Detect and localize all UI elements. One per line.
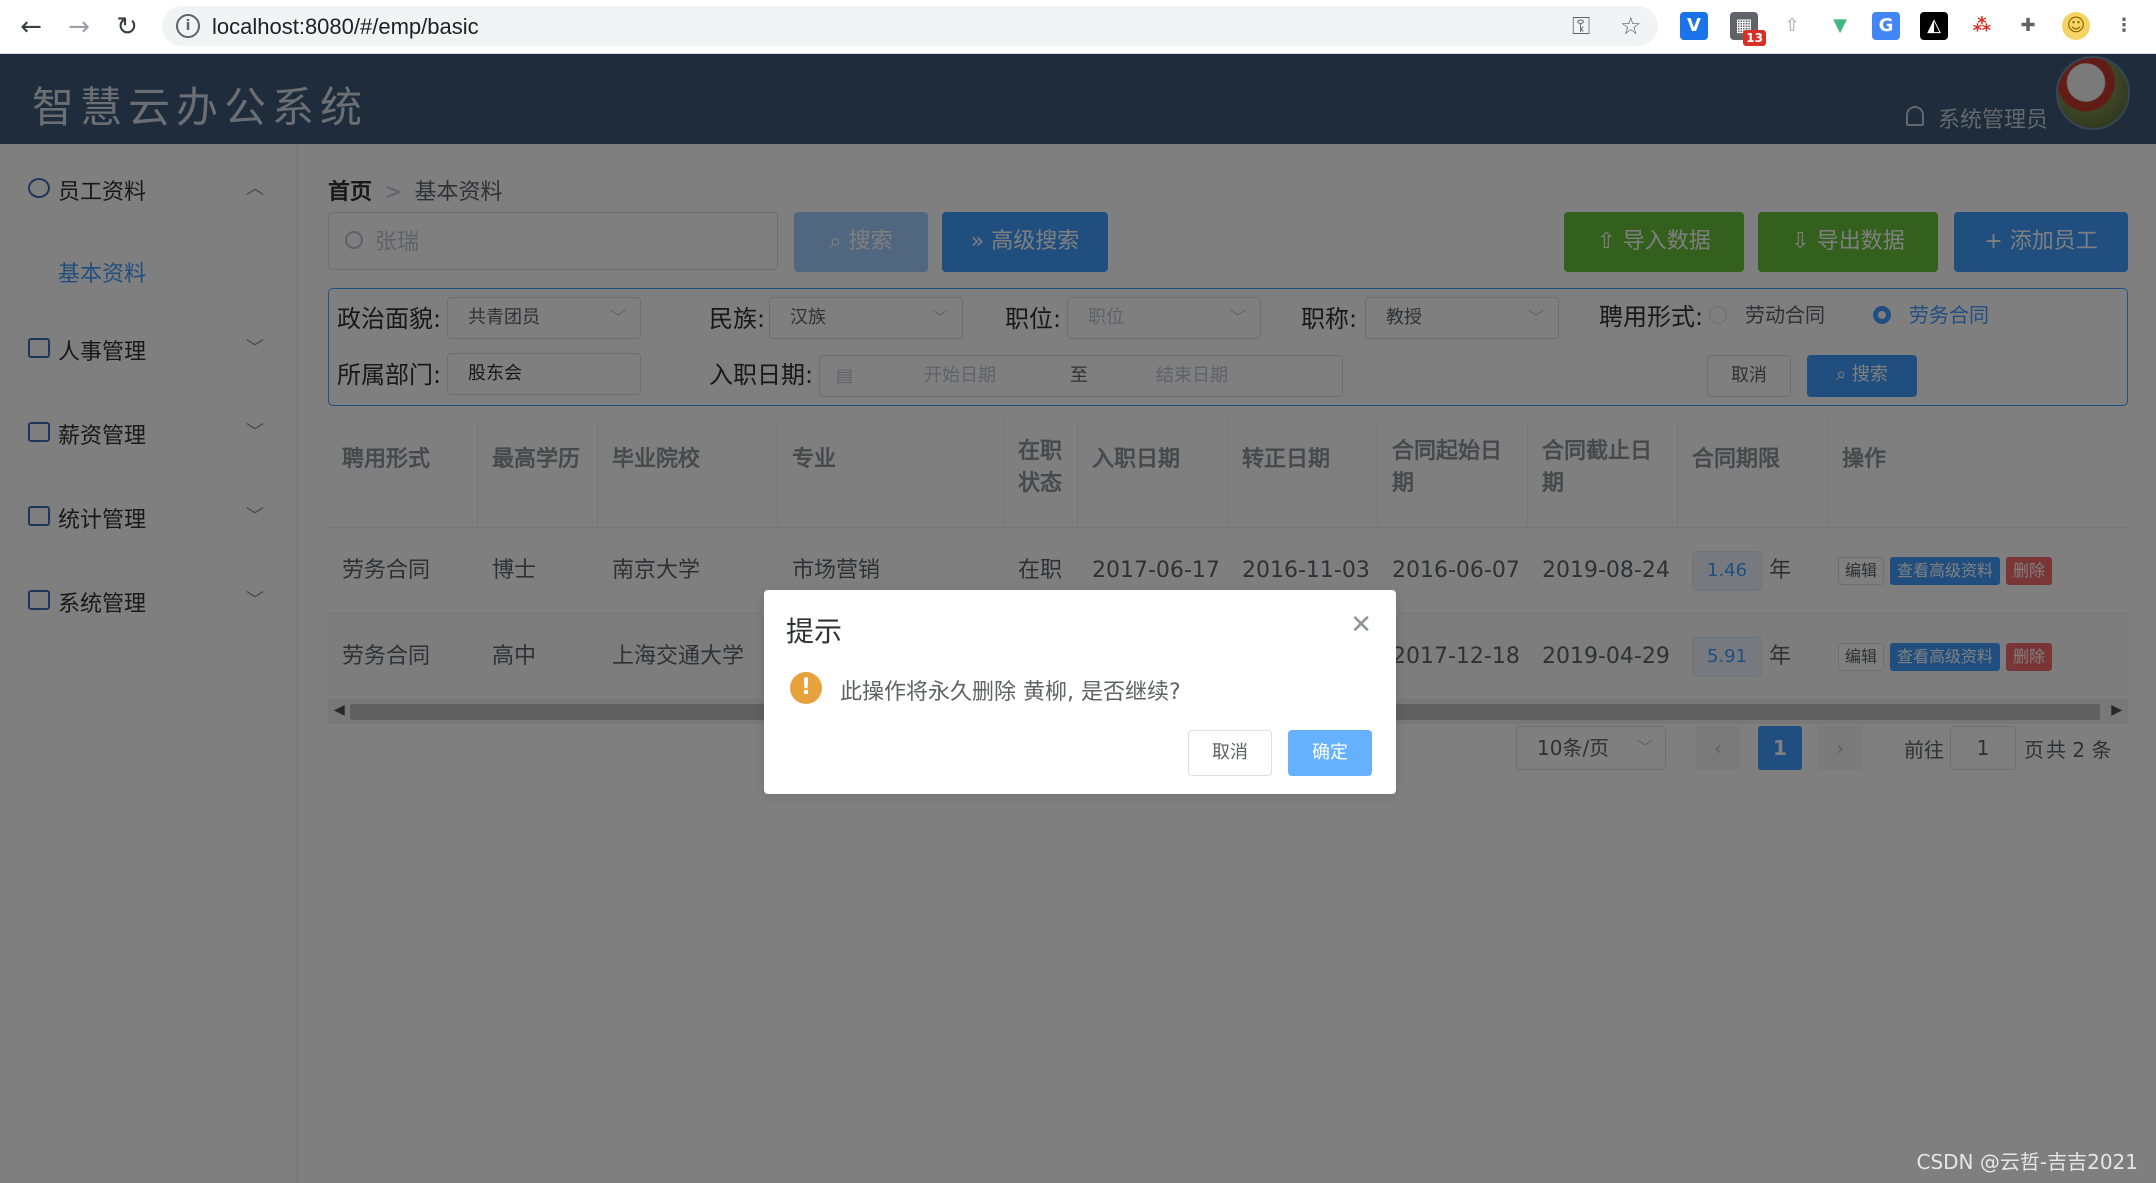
dialog-confirm-button[interactable]: 确定 [1288, 730, 1372, 776]
address-bar[interactable]: i localhost:8080/#/emp/basic ⚿ ☆ [162, 6, 1658, 46]
back-icon[interactable]: ← [16, 12, 46, 42]
browser-toolbar: ← → ↻ i localhost:8080/#/emp/basic ⚿ ☆ V… [0, 0, 2156, 54]
reload-icon[interactable]: ↻ [112, 12, 142, 42]
browser-menu-icon[interactable]: ⋮ [2110, 12, 2138, 40]
extension-v-icon[interactable]: V [1680, 12, 1708, 40]
bookmark-star-icon[interactable]: ☆ [1620, 12, 1642, 40]
dialog-cancel-button[interactable]: 取消 [1188, 730, 1272, 776]
extension-arrow-icon[interactable]: ⇧ [1778, 12, 1806, 40]
site-info-icon[interactable]: i [176, 14, 200, 38]
extensions-puzzle-icon[interactable]: ✚ [2014, 12, 2042, 40]
key-icon[interactable]: ⚿ [1572, 12, 1590, 40]
profile-icon[interactable]: ☺ [2062, 12, 2090, 40]
extension-wave-icon[interactable]: ◭ [1920, 12, 1948, 40]
dialog-message: 此操作将永久删除 黄柳, 是否继续? [840, 680, 1181, 705]
extension-grid-icon[interactable]: ▦ 13 [1730, 12, 1766, 46]
watermark: CSDN @云哲-吉吉2021 [1916, 1150, 2139, 1174]
url-text: localhost:8080/#/emp/basic [212, 14, 479, 39]
confirm-dialog: 提示 ✕ ! 此操作将永久删除 黄柳, 是否继续? 取消 确定 [764, 590, 1396, 794]
vue-devtools-icon[interactable]: ▼ [1826, 12, 1854, 40]
extension-badge: 13 [1743, 30, 1766, 46]
forward-icon[interactable]: → [64, 12, 94, 42]
translate-icon[interactable]: G [1872, 12, 1900, 40]
close-icon[interactable]: ✕ [1350, 612, 1372, 638]
extension-network-icon[interactable]: ⁂ [1968, 12, 1996, 40]
warning-icon: ! [790, 672, 822, 704]
dialog-title: 提示 [786, 615, 843, 648]
